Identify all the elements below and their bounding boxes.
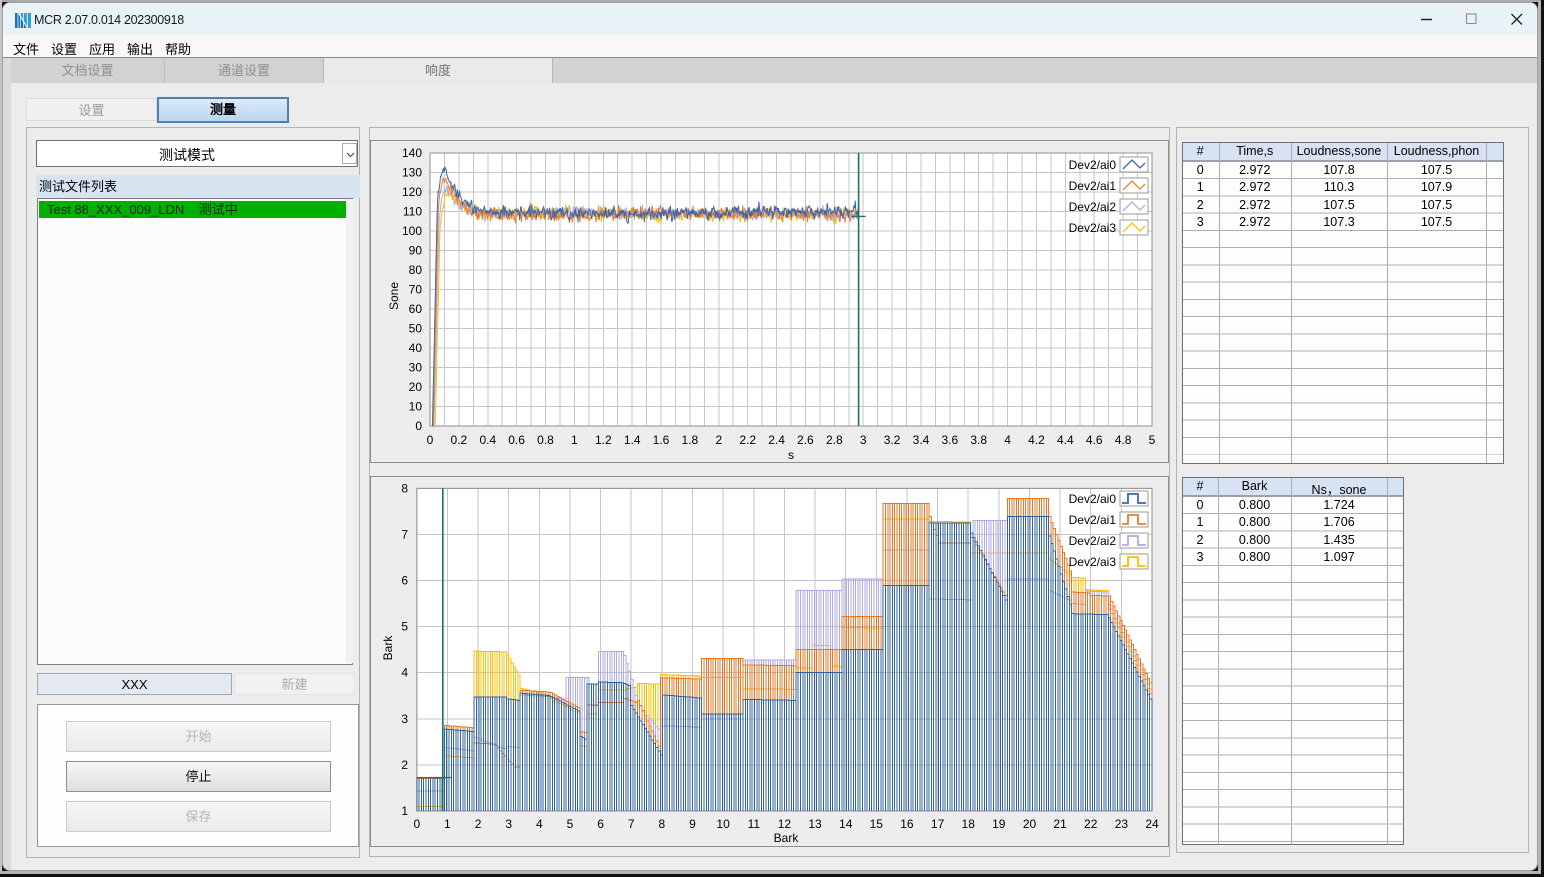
- svg-text:3.4: 3.4: [913, 433, 930, 447]
- svg-text:2: 2: [475, 817, 482, 831]
- svg-text:23: 23: [1115, 817, 1129, 831]
- svg-text:9: 9: [689, 817, 696, 831]
- svg-text:2.4: 2.4: [768, 433, 785, 447]
- svg-text:Dev2/ai1: Dev2/ai1: [1069, 179, 1117, 193]
- svg-text:13: 13: [808, 817, 822, 831]
- svg-text:5: 5: [567, 817, 574, 831]
- svg-text:0: 0: [413, 817, 420, 831]
- svg-text:21: 21: [1053, 817, 1067, 831]
- svg-text:6: 6: [401, 574, 408, 588]
- svg-text:0: 0: [415, 419, 422, 433]
- svg-text:1: 1: [401, 804, 408, 818]
- svg-text:20: 20: [409, 380, 423, 394]
- svg-text:8: 8: [659, 817, 666, 831]
- svg-text:1.6: 1.6: [653, 433, 670, 447]
- svg-text:12: 12: [778, 817, 792, 831]
- svg-text:0.6: 0.6: [508, 433, 525, 447]
- svg-text:10: 10: [716, 817, 730, 831]
- svg-text:17: 17: [931, 817, 945, 831]
- svg-text:22: 22: [1084, 817, 1098, 831]
- svg-text:0: 0: [427, 433, 434, 447]
- svg-text:24: 24: [1145, 817, 1159, 831]
- svg-text:16: 16: [900, 817, 914, 831]
- svg-text:Dev2/ai2: Dev2/ai2: [1069, 200, 1117, 214]
- svg-text:30: 30: [409, 361, 423, 375]
- svg-text:6: 6: [597, 817, 604, 831]
- svg-text:7: 7: [628, 817, 635, 831]
- svg-text:0.4: 0.4: [479, 433, 496, 447]
- svg-text:Sone: Sone: [387, 282, 401, 310]
- svg-text:18: 18: [962, 817, 976, 831]
- svg-text:Bark: Bark: [774, 831, 800, 845]
- svg-text:8: 8: [401, 481, 408, 495]
- svg-text:20: 20: [1023, 817, 1037, 831]
- svg-text:s: s: [788, 448, 794, 462]
- svg-text:4: 4: [1004, 433, 1011, 447]
- svg-text:2.8: 2.8: [826, 433, 843, 447]
- svg-text:3.2: 3.2: [884, 433, 901, 447]
- svg-text:1.2: 1.2: [595, 433, 612, 447]
- svg-text:3: 3: [401, 712, 408, 726]
- svg-text:4.2: 4.2: [1028, 433, 1045, 447]
- svg-text:Dev2/ai2: Dev2/ai2: [1069, 534, 1117, 548]
- svg-text:4.8: 4.8: [1115, 433, 1132, 447]
- svg-text:1: 1: [444, 817, 451, 831]
- svg-text:60: 60: [409, 302, 423, 316]
- svg-text:7: 7: [401, 527, 408, 541]
- svg-text:Bark: Bark: [381, 635, 395, 661]
- svg-text:Dev2/ai1: Dev2/ai1: [1069, 513, 1117, 527]
- svg-text:4.4: 4.4: [1057, 433, 1074, 447]
- svg-text:15: 15: [870, 817, 884, 831]
- svg-text:1.8: 1.8: [682, 433, 699, 447]
- svg-text:Dev2/ai0: Dev2/ai0: [1069, 158, 1117, 172]
- svg-text:11: 11: [748, 817, 761, 831]
- svg-text:1.4: 1.4: [624, 433, 641, 447]
- svg-text:2: 2: [715, 433, 722, 447]
- svg-text:0.8: 0.8: [537, 433, 554, 447]
- svg-text:0.2: 0.2: [451, 433, 468, 447]
- svg-text:Dev2/ai3: Dev2/ai3: [1069, 221, 1117, 235]
- svg-text:50: 50: [409, 322, 423, 336]
- svg-text:3: 3: [860, 433, 867, 447]
- svg-text:100: 100: [402, 224, 422, 238]
- svg-text:2.6: 2.6: [797, 433, 814, 447]
- svg-text:10: 10: [409, 400, 423, 414]
- svg-text:4: 4: [536, 817, 543, 831]
- svg-text:130: 130: [402, 166, 422, 180]
- svg-text:Dev2/ai3: Dev2/ai3: [1069, 555, 1117, 569]
- svg-text:40: 40: [409, 341, 423, 355]
- svg-text:14: 14: [839, 817, 853, 831]
- svg-text:4: 4: [401, 666, 408, 680]
- svg-text:90: 90: [409, 244, 423, 258]
- svg-text:3.8: 3.8: [970, 433, 987, 447]
- svg-text:110: 110: [403, 205, 422, 219]
- svg-text:5: 5: [401, 620, 408, 634]
- svg-text:70: 70: [409, 283, 423, 297]
- svg-text:3: 3: [505, 817, 512, 831]
- svg-text:1: 1: [571, 433, 578, 447]
- svg-text:5: 5: [1149, 433, 1156, 447]
- svg-text:2.2: 2.2: [739, 433, 756, 447]
- svg-text:19: 19: [992, 817, 1006, 831]
- svg-text:Dev2/ai0: Dev2/ai0: [1069, 492, 1117, 506]
- svg-text:2: 2: [401, 758, 408, 772]
- svg-text:3.6: 3.6: [941, 433, 958, 447]
- svg-text:4.6: 4.6: [1086, 433, 1103, 447]
- svg-text:120: 120: [402, 185, 422, 199]
- svg-text:80: 80: [409, 263, 423, 277]
- svg-text:140: 140: [402, 146, 422, 160]
